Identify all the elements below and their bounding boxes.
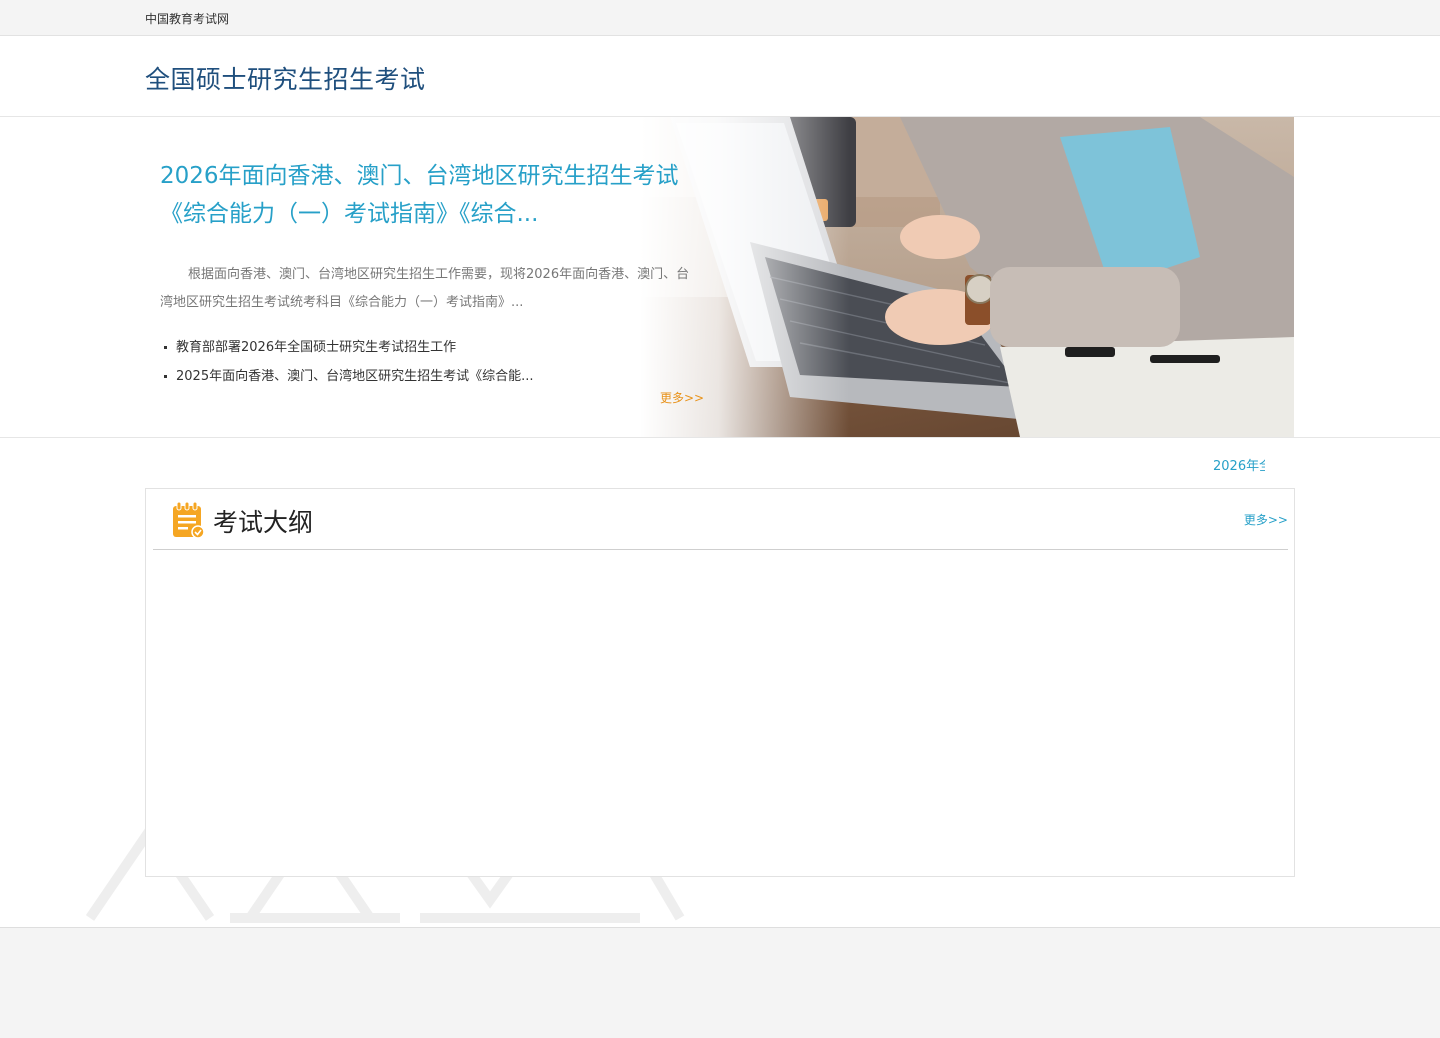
list-item[interactable]: 2025年面向香港、澳门、台湾地区研究生招生考试《综合能... bbox=[160, 362, 690, 391]
exam-syllabus-panel: 考试大纲 更多>> bbox=[145, 488, 1295, 877]
panel-header: 考试大纲 更多>> bbox=[153, 489, 1288, 550]
site-title[interactable]: 全国硕士研究生招生考试 bbox=[145, 60, 426, 96]
hero-banner: 2026年面向香港、澳门、台湾地区研究生招生考试《综合能力（一）考试指南》《综合… bbox=[0, 117, 1440, 438]
list-item[interactable]: 教育部部署2026年全国硕士研究生考试招生工作 bbox=[160, 333, 690, 362]
hero-summary: 根据面向香港、澳门、台湾地区研究生招生工作需要，现将2026年面向香港、澳门、台… bbox=[160, 267, 690, 310]
hero-more-link[interactable]: 更多>> bbox=[660, 389, 704, 406]
news-ticker[interactable]: 2026年全国硕士研究生招生考试 bbox=[1213, 455, 1265, 473]
panel-more-link[interactable]: 更多>> bbox=[1244, 511, 1288, 528]
hero-news-list: 教育部部署2026年全国硕士研究生考试招生工作 2025年面向香港、澳门、台湾地… bbox=[160, 333, 690, 391]
neea-home-link[interactable]: 中国教育考试网 bbox=[145, 10, 229, 27]
hero-photo-laptop-typing bbox=[640, 117, 1294, 437]
site-header: 全国硕士研究生招生考试 bbox=[0, 36, 1440, 117]
hero-headline-link[interactable]: 2026年面向香港、澳门、台湾地区研究生招生考试《综合能力（一）考试指南》《综合… bbox=[160, 157, 690, 233]
footer bbox=[0, 927, 1440, 1038]
top-bar: 中国教育考试网 bbox=[0, 0, 1440, 36]
ticker-text[interactable]: 2026年全国硕士研究生招生考试 bbox=[1213, 459, 1265, 473]
notepad-icon bbox=[173, 501, 205, 539]
hero-news-block: 2026年面向香港、澳门、台湾地区研究生招生考试《综合能力（一）考试指南》《综合… bbox=[160, 157, 690, 391]
panel-title: 考试大纲 bbox=[213, 508, 314, 537]
